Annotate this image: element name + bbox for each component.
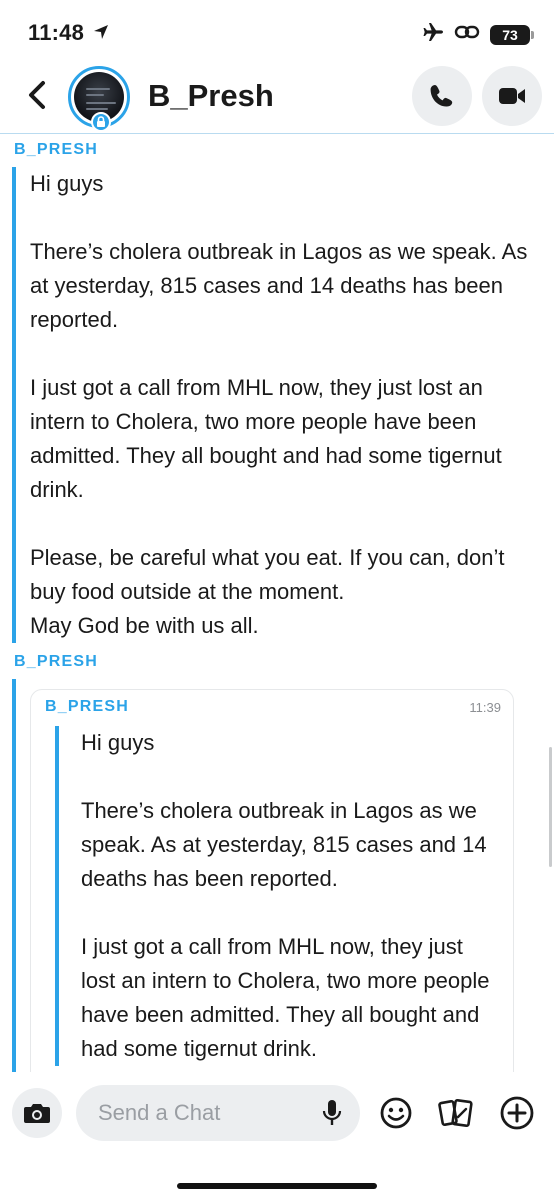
chat-input[interactable]: [98, 1085, 308, 1141]
contact-name[interactable]: B_Presh: [148, 78, 274, 114]
back-chevron-icon: [29, 81, 45, 109]
plus-icon: [500, 1096, 534, 1130]
message-text: Hi guys There’s cholera outbreak in Lago…: [30, 171, 528, 638]
airplane-icon: [422, 22, 444, 47]
message-sender: B_PRESH: [14, 653, 98, 670]
video-call-button[interactable]: [482, 66, 542, 126]
sticker-icon: [438, 1098, 473, 1128]
message-bubble[interactable]: B_PRESH 11:39 Hi guys There’s cholera ou…: [12, 679, 542, 1072]
message-sender: B_PRESH: [14, 141, 98, 158]
lock-icon: [91, 112, 111, 132]
status-bar: 11:48 73: [0, 0, 554, 62]
emoji-button[interactable]: [377, 1094, 415, 1132]
camera-icon: [24, 1104, 50, 1123]
battery-icon: 73: [490, 24, 534, 45]
camera-button[interactable]: [12, 1088, 62, 1138]
video-camera-icon: [499, 88, 525, 104]
quoted-sender: B_PRESH: [45, 698, 129, 715]
sticker-button[interactable]: [437, 1094, 475, 1132]
microphone-icon[interactable]: [322, 1099, 342, 1132]
back-button[interactable]: [22, 80, 52, 110]
scrollbar[interactable]: [549, 747, 552, 867]
chat-header: B_Presh: [0, 62, 554, 134]
call-button[interactable]: [412, 66, 472, 126]
chat-input-wrapper: [76, 1085, 360, 1141]
phone-icon: [430, 85, 453, 107]
quoted-text: Hi guys There’s cholera outbreak in Lago…: [81, 730, 490, 1061]
link-icon: [454, 23, 480, 46]
quoted-message-card[interactable]: B_PRESH 11:39 Hi guys There’s cholera ou…: [30, 689, 514, 1072]
status-time: 11:48: [28, 20, 85, 45]
home-indicator: [177, 1183, 377, 1189]
emoji-icon: [380, 1097, 412, 1129]
quoted-timestamp: 11:39: [469, 700, 501, 715]
message-bubble[interactable]: Hi guys There’s cholera outbreak in Lago…: [12, 167, 542, 643]
location-arrow-icon: [92, 23, 110, 46]
status-icons: 73: [422, 22, 534, 47]
add-button[interactable]: [498, 1094, 536, 1132]
quoted-body: Hi guys There’s cholera outbreak in Lago…: [55, 726, 495, 1066]
message-list[interactable]: B_PRESH Hi guys There’s cholera outbreak…: [0, 135, 554, 1072]
chat-composer: [0, 1072, 554, 1200]
